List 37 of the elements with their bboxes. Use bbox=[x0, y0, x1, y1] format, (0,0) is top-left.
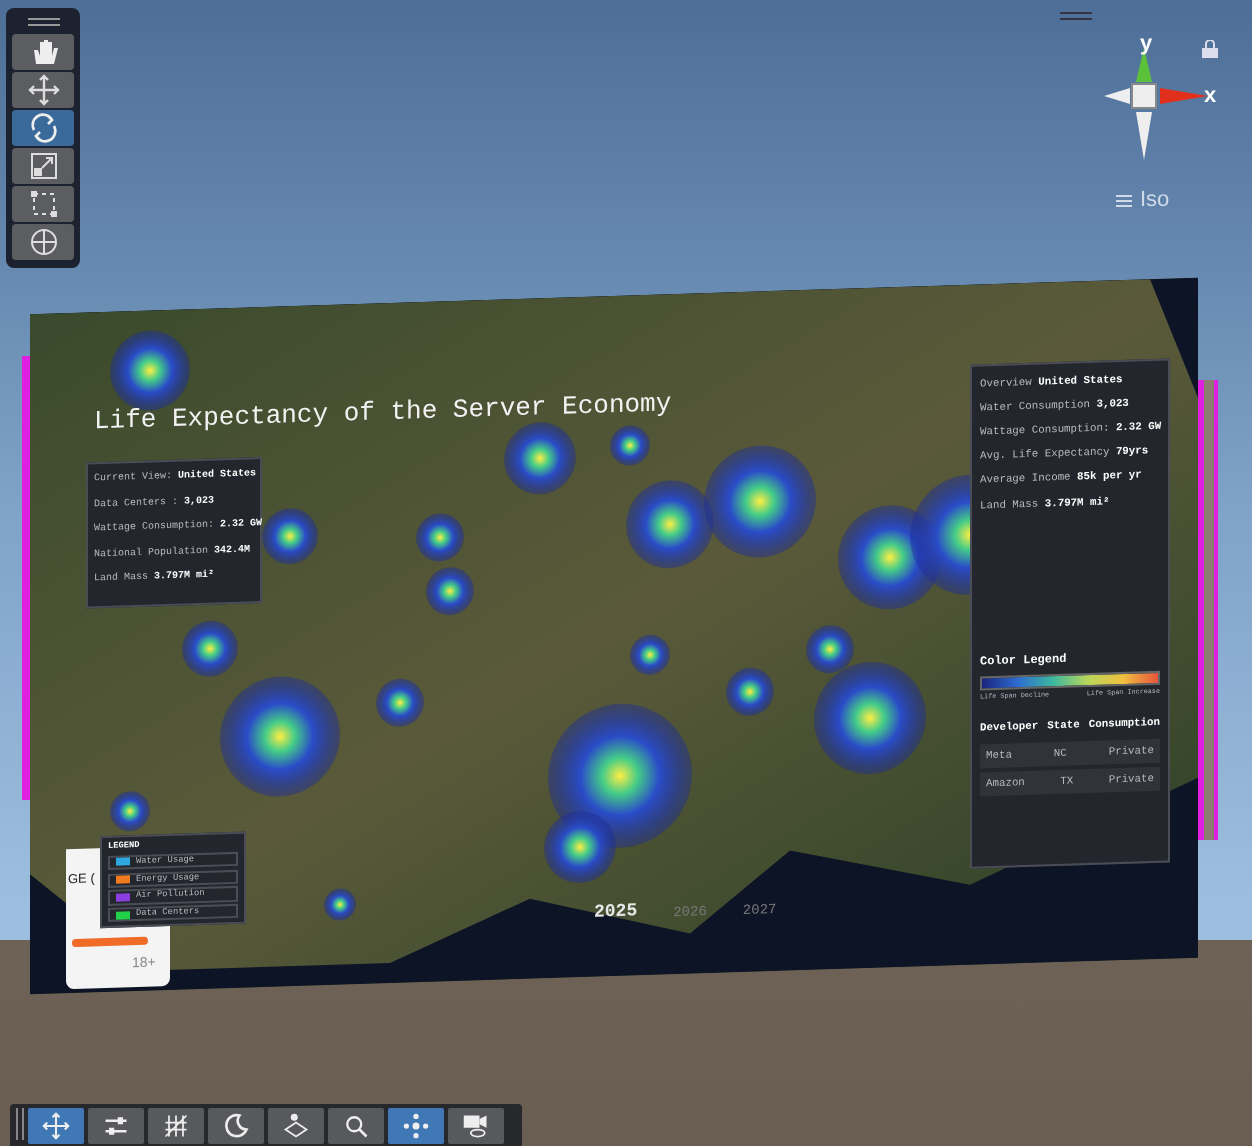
lock-icon bbox=[1202, 40, 1218, 58]
layers-icon bbox=[282, 1112, 310, 1140]
scale-icon bbox=[27, 150, 59, 182]
rect-tool-icon bbox=[27, 188, 59, 220]
map-title: Life Expectancy of the Server Economy bbox=[94, 386, 672, 441]
grid-icon bbox=[162, 1112, 190, 1140]
year-tab[interactable]: 2025 bbox=[594, 899, 638, 928]
tool-button[interactable] bbox=[12, 224, 74, 260]
toolbar-button[interactable] bbox=[148, 1108, 204, 1144]
nodes-icon bbox=[402, 1112, 430, 1140]
tool-button[interactable] bbox=[12, 186, 74, 222]
transform-icon bbox=[27, 226, 59, 258]
search-icon bbox=[342, 1112, 370, 1140]
toolbar-button[interactable] bbox=[388, 1108, 444, 1144]
move-icon bbox=[42, 1112, 70, 1140]
moon-icon bbox=[222, 1112, 250, 1140]
tool-button[interactable] bbox=[12, 148, 74, 184]
tool-button[interactable] bbox=[12, 34, 74, 70]
menu-icon bbox=[1116, 193, 1132, 208]
view-mode-button[interactable]: Iso bbox=[1116, 184, 1170, 217]
drag-handle[interactable] bbox=[16, 1108, 24, 1140]
toolbar-button[interactable] bbox=[448, 1108, 504, 1144]
axis-label: y bbox=[1140, 30, 1153, 60]
camera-icon bbox=[462, 1112, 490, 1140]
menu-handle-icon[interactable] bbox=[1060, 12, 1092, 20]
sliders-icon bbox=[102, 1112, 130, 1140]
rotate-icon bbox=[27, 112, 59, 144]
drag-handle[interactable] bbox=[27, 18, 59, 26]
toolbar-button[interactable] bbox=[268, 1108, 324, 1144]
toolbar-button[interactable] bbox=[208, 1108, 264, 1144]
axis-label: x bbox=[1204, 82, 1217, 112]
tool-button[interactable] bbox=[12, 110, 74, 146]
toolbar-button[interactable] bbox=[28, 1108, 84, 1144]
tool-button[interactable] bbox=[12, 72, 74, 108]
toolbar-button[interactable] bbox=[88, 1108, 144, 1144]
toolbar-button[interactable] bbox=[328, 1108, 384, 1144]
move-icon bbox=[27, 74, 59, 106]
